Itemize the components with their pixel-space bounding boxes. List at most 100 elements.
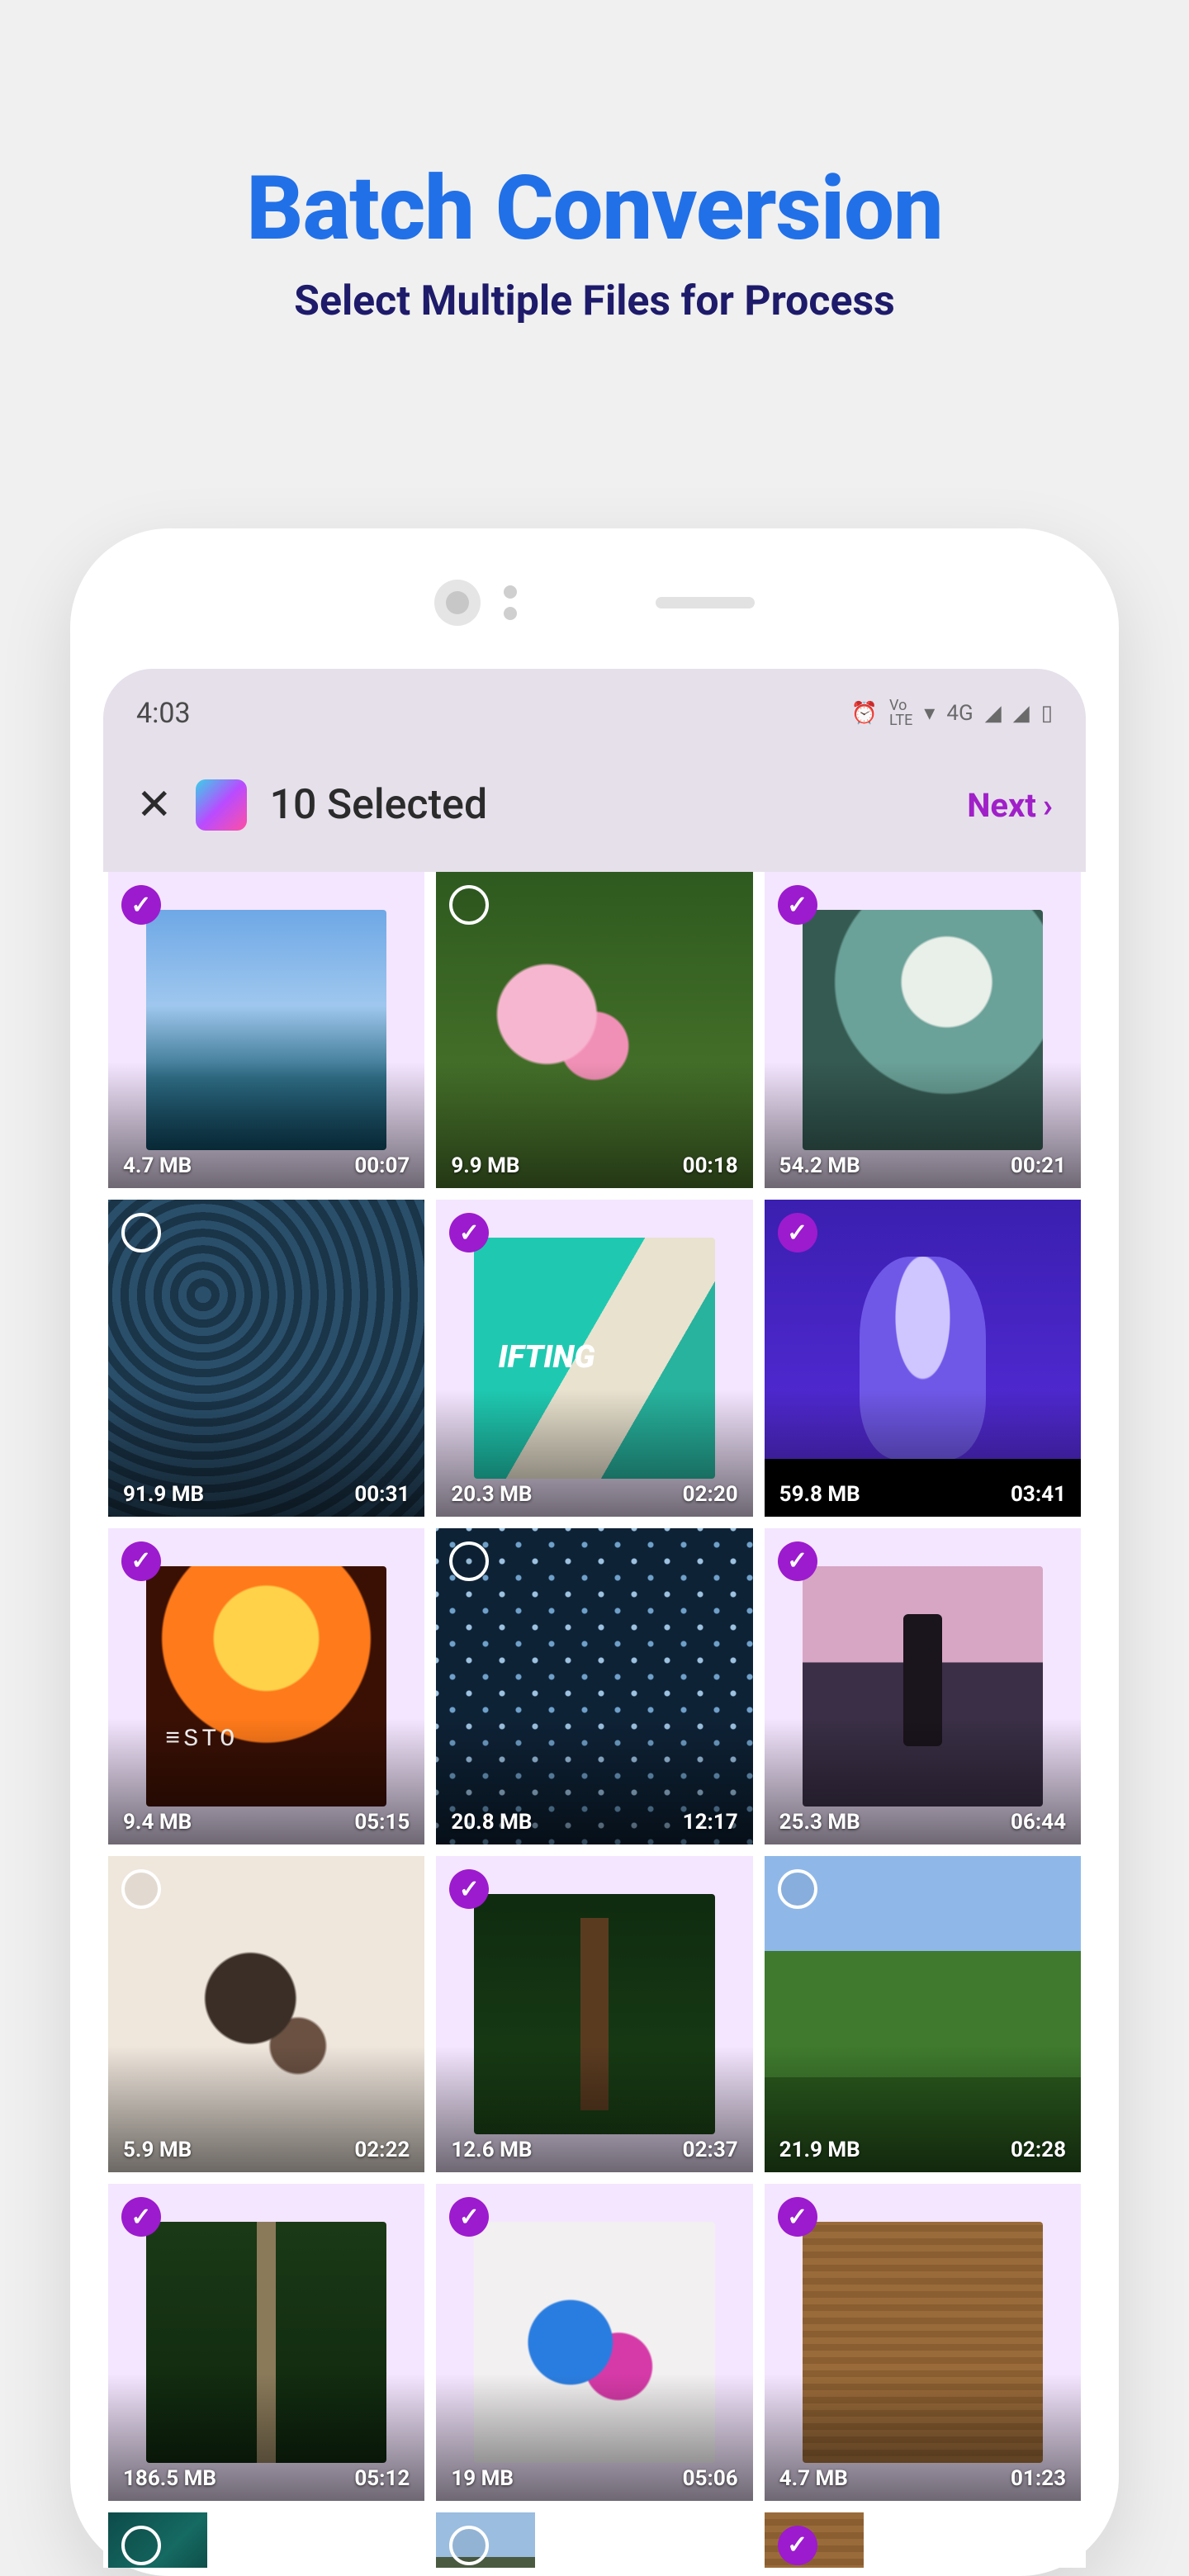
file-size: 59.8 MB (779, 1482, 860, 1507)
checkmark-unselected-icon[interactable] (778, 1869, 817, 1909)
duration: 00:07 (354, 1153, 410, 1178)
wifi-icon: ▾ (924, 701, 935, 726)
duration: 05:12 (354, 2466, 410, 2491)
duration: 02:20 (683, 1482, 738, 1507)
file-size: 4.7 MB (779, 2466, 848, 2491)
video-meta: 5.9 MB 02:22 (108, 2131, 424, 2172)
next-button[interactable]: Next › (967, 786, 1053, 825)
duration: 00:18 (683, 1153, 738, 1178)
video-meta: 91.9 MB 00:31 (108, 1475, 424, 1517)
checkmark-selected-icon[interactable] (778, 1213, 817, 1252)
video-meta: 25.3 MB 06:44 (765, 1803, 1081, 1844)
signal-icon: ◢ (985, 701, 1002, 726)
duration: 00:21 (1011, 1153, 1066, 1178)
checkmark-unselected-icon[interactable] (121, 1869, 161, 1909)
battery-icon: ▯ (1041, 701, 1053, 726)
video-meta: 21.9 MB 02:28 (765, 2131, 1081, 2172)
checkmark-selected-icon[interactable] (778, 885, 817, 925)
signal2-icon: ◢ (1013, 701, 1030, 726)
file-size: 25.3 MB (779, 1810, 860, 1835)
checkmark-unselected-icon[interactable] (449, 885, 489, 925)
video-meta: 20.3 MB 02:20 (436, 1475, 752, 1517)
video-item[interactable]: 186.5 MB 05:12 (108, 2184, 424, 2500)
hero-subtitle: Select Multiple Files for Process (0, 277, 1189, 325)
video-item[interactable] (108, 2512, 207, 2568)
close-button[interactable]: ✕ (136, 784, 173, 826)
status-icons: ⏰ VoLTE ▾ 4G ◢ ◢ ▯ (851, 698, 1053, 728)
camera-icon (434, 580, 481, 626)
screen: 4:03 ⏰ VoLTE ▾ 4G ◢ ◢ ▯ ✕ 10 Selected Ne… (103, 669, 1086, 2568)
duration: 02:28 (1011, 2138, 1066, 2162)
file-size: 54.2 MB (779, 1153, 860, 1178)
video-item[interactable]: 9.9 MB 00:18 (436, 872, 752, 1188)
video-meta: 12.6 MB 02:37 (436, 2131, 752, 2172)
video-meta: 9.4 MB 05:15 (108, 1803, 424, 1844)
checkmark-selected-icon[interactable] (778, 2526, 817, 2565)
alarm-icon: ⏰ (851, 701, 878, 726)
network-label: 4G (946, 701, 973, 726)
file-size: 21.9 MB (779, 2138, 860, 2162)
duration: 02:37 (683, 2138, 738, 2162)
duration: 02:22 (354, 2138, 410, 2162)
video-item[interactable]: 12.6 MB 02:37 (436, 1856, 752, 2172)
file-size: 5.9 MB (123, 2138, 192, 2162)
video-item[interactable]: 20.8 MB 12:17 (436, 1528, 752, 1844)
hero-title: Batch Conversion (0, 157, 1189, 261)
selection-count: 10 Selected (270, 781, 488, 829)
phone-frame: 4:03 ⏰ VoLTE ▾ 4G ◢ ◢ ▯ ✕ 10 Selected Ne… (70, 528, 1119, 2576)
file-size: 9.9 MB (451, 1153, 519, 1178)
video-item[interactable]: 9.4 MB 05:15 (108, 1528, 424, 1844)
checkmark-selected-icon[interactable] (121, 1541, 161, 1581)
video-meta: 9.9 MB 00:18 (436, 1147, 752, 1188)
duration: 05:06 (683, 2466, 738, 2491)
duration: 03:41 (1011, 1482, 1066, 1507)
file-size: 186.5 MB (123, 2466, 216, 2491)
status-bar: 4:03 ⏰ VoLTE ▾ 4G ◢ ◢ ▯ (103, 669, 1086, 730)
video-item[interactable]: 25.3 MB 06:44 (765, 1528, 1081, 1844)
checkmark-selected-icon[interactable] (778, 1541, 817, 1581)
duration: 05:15 (354, 1810, 410, 1835)
video-item[interactable]: 4.7 MB 01:23 (765, 2184, 1081, 2500)
duration: 06:44 (1011, 1810, 1066, 1835)
video-item[interactable]: 20.3 MB 02:20 (436, 1200, 752, 1516)
next-label: Next (967, 786, 1036, 825)
file-size: 9.4 MB (123, 1810, 192, 1835)
speaker-icon (656, 597, 755, 608)
video-item[interactable] (436, 2512, 535, 2568)
video-item[interactable]: 54.2 MB 00:21 (765, 872, 1081, 1188)
chevron-right-icon: › (1043, 786, 1053, 825)
checkmark-selected-icon[interactable] (778, 2197, 817, 2237)
file-size: 20.8 MB (451, 1810, 532, 1835)
file-size: 91.9 MB (123, 1482, 204, 1507)
app-icon (196, 779, 247, 831)
file-size: 12.6 MB (451, 2138, 532, 2162)
video-item[interactable]: 19 MB 05:06 (436, 2184, 752, 2500)
checkmark-unselected-icon[interactable] (121, 2526, 161, 2565)
checkmark-selected-icon[interactable] (121, 885, 161, 925)
duration: 12:17 (683, 1810, 738, 1835)
video-item[interactable]: 4.7 MB 00:07 (108, 872, 424, 1188)
video-item[interactable]: 21.9 MB 02:28 (765, 1856, 1081, 2172)
volte-icon: VoLTE (889, 698, 912, 728)
video-item[interactable]: 5.9 MB 02:22 (108, 1856, 424, 2172)
duration: 00:31 (354, 1482, 410, 1507)
checkmark-unselected-icon[interactable] (121, 1213, 161, 1252)
video-meta: 4.7 MB 00:07 (108, 1147, 424, 1188)
sensor-dots-icon (504, 585, 517, 620)
status-time: 4:03 (136, 697, 191, 730)
video-item[interactable]: 91.9 MB 00:31 (108, 1200, 424, 1516)
phone-hardware (103, 578, 1086, 627)
selection-bar: ✕ 10 Selected Next › (103, 730, 1086, 872)
file-size: 4.7 MB (123, 1153, 192, 1178)
file-size: 19 MB (451, 2466, 514, 2491)
video-item[interactable]: 59.8 MB 03:41 (765, 1200, 1081, 1516)
video-meta: 59.8 MB 03:41 (765, 1475, 1081, 1517)
checkmark-unselected-icon[interactable] (449, 1541, 489, 1581)
checkmark-unselected-icon[interactable] (449, 2526, 489, 2565)
video-meta: 186.5 MB 05:12 (108, 2460, 424, 2501)
file-size: 20.3 MB (451, 1482, 532, 1507)
video-grid[interactable]: 4.7 MB 00:07 9.9 MB 00:18 54.2 MB 00:21 91.9 M… (103, 872, 1086, 2568)
video-item[interactable] (765, 2512, 864, 2568)
duration: 01:23 (1011, 2466, 1066, 2491)
video-meta: 54.2 MB 00:21 (765, 1147, 1081, 1188)
